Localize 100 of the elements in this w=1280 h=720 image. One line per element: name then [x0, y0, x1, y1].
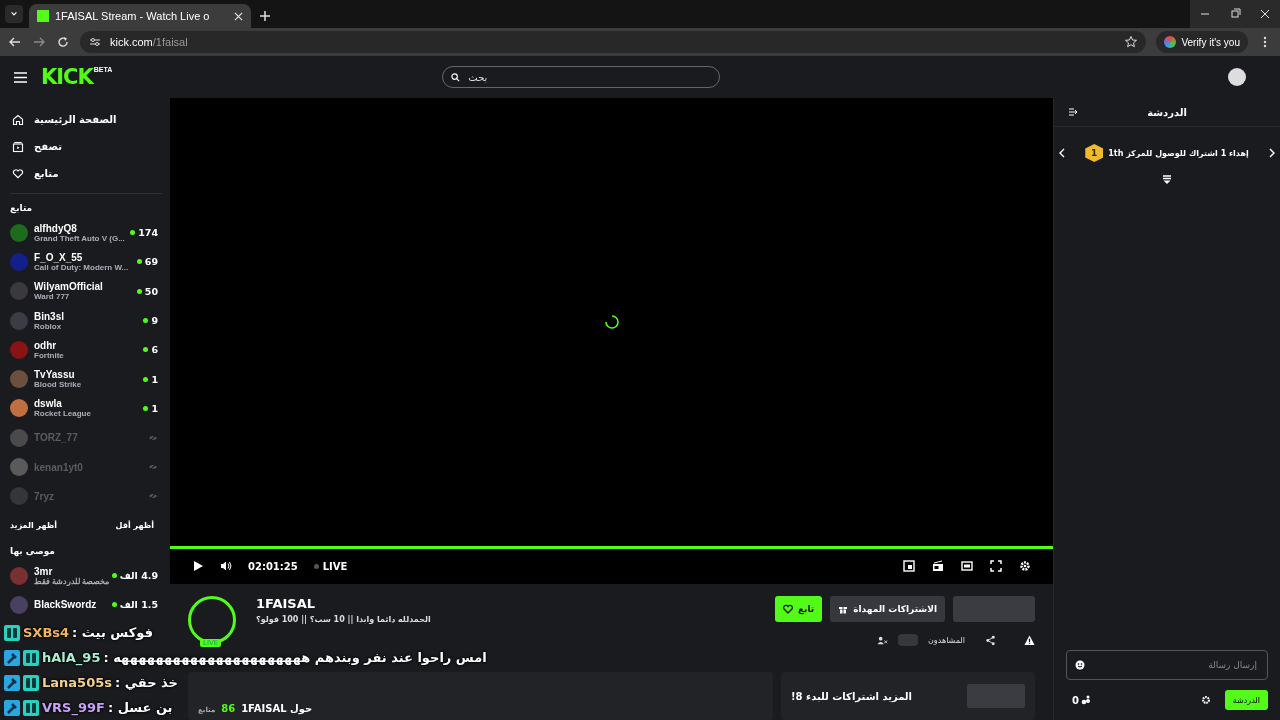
- site-info-icon[interactable]: [88, 35, 102, 49]
- reload-icon[interactable]: [56, 35, 70, 49]
- live-dot-icon: [143, 318, 149, 324]
- mini-player-icon[interactable]: [903, 560, 915, 573]
- channel-avatar[interactable]: [10, 223, 28, 242]
- gifted-subs-button[interactable]: الاشتراكات المهداة: [830, 596, 945, 622]
- channel-name[interactable]: WilyamOfficial: [34, 281, 131, 293]
- channel-name[interactable]: TvYassu: [34, 369, 138, 381]
- live-dot-icon: [111, 602, 117, 608]
- chat-username: hAlA_95: [42, 650, 101, 665]
- progress-bar[interactable]: [170, 545, 1053, 549]
- volume-icon[interactable]: [220, 560, 232, 573]
- warning-icon[interactable]: [1024, 634, 1035, 646]
- profile-button[interactable]: Verify it's you: [1156, 31, 1248, 53]
- search-field[interactable]: بحث: [466, 70, 671, 84]
- live-dot-icon: [111, 573, 117, 579]
- settings-icon[interactable]: [1019, 560, 1031, 573]
- collapse-icon[interactable]: [1068, 107, 1078, 117]
- viewer-count: 4.9 الف: [119, 570, 158, 582]
- share-icon[interactable]: [985, 634, 996, 646]
- nav-link[interactable]: الصفحة الرئيسية: [34, 114, 117, 125]
- viewer-count: 1.5 الف: [119, 599, 158, 611]
- play-icon[interactable]: [192, 560, 204, 573]
- channel-name[interactable]: Bin3sl: [34, 310, 138, 322]
- user-avatar[interactable]: [1228, 68, 1246, 86]
- expand-icon[interactable]: [1162, 175, 1172, 185]
- forward-icon[interactable]: [32, 35, 46, 49]
- live-dot-icon: [313, 563, 319, 569]
- menu-icon[interactable]: [14, 71, 27, 83]
- chat-message: : بن عسل: [107, 700, 173, 715]
- loading-spinner-icon: [603, 313, 620, 330]
- channel-name[interactable]: 3mr: [34, 565, 106, 577]
- search-icon: [451, 72, 461, 82]
- channel-category: Roblox: [34, 321, 63, 331]
- about-title: حول 1FAISAL: [241, 703, 313, 714]
- live-dot-icon: [143, 347, 149, 353]
- channel-name[interactable]: dswla: [34, 398, 138, 410]
- fullscreen-icon[interactable]: [990, 560, 1002, 573]
- channel-name[interactable]: alfhdyQ8: [34, 222, 125, 234]
- goal-text: إهداء 1 اشتراك للوصول للمركز 1th: [1108, 148, 1249, 158]
- followers-count: 86: [221, 703, 236, 714]
- rank-badge: 1: [1085, 144, 1104, 162]
- star-icon[interactable]: [1124, 35, 1139, 49]
- live-dot-icon: [136, 288, 142, 294]
- channel-name[interactable]: BlackSwordz: [34, 599, 106, 611]
- live-label: LIVE: [322, 560, 348, 572]
- profile-icon: [1164, 36, 1177, 48]
- theater-mode-icon[interactable]: [961, 560, 973, 573]
- tab-list-button[interactable]: [5, 5, 23, 23]
- show-less-link[interactable]: أظهر أقل: [115, 521, 154, 531]
- viewers-label: المشاهدون: [928, 635, 965, 645]
- viewer-count: 69: [144, 256, 158, 268]
- channel-avatar[interactable]: [10, 458, 28, 476]
- channel-category: Rocket League: [34, 409, 92, 419]
- channel-category: Fortnite: [34, 350, 65, 360]
- emoji-icon[interactable]: [1075, 660, 1085, 670]
- nav-link[interactable]: تصفح: [34, 141, 62, 152]
- chat-message: : خذ حقي: [114, 675, 178, 690]
- new-tab-icon[interactable]: [257, 8, 273, 24]
- chat-message: : امس راحوا عند نفر وبندهم ههههههههههههههههههههههه: [103, 650, 487, 665]
- channel-name[interactable]: F_O_X_55: [34, 251, 131, 263]
- browser-tab[interactable]: 1FAISAL Stream - Watch Live o: [29, 4, 251, 28]
- favicon-icon: [37, 10, 49, 22]
- subs-goal-text: !المزيد اشتراكات للبدء 8: [791, 690, 913, 702]
- channel-name[interactable]: odhr: [34, 339, 138, 351]
- chat-button[interactable]: الدردشة: [1224, 690, 1268, 710]
- back-icon[interactable]: [8, 35, 22, 49]
- section-title: متابع: [10, 203, 33, 213]
- time-label: 02:01:25: [248, 560, 298, 572]
- radio-icon[interactable]: [932, 560, 944, 573]
- viewers-toggle[interactable]: [898, 634, 918, 646]
- live-dot-icon: [130, 230, 136, 236]
- viewer-count: 1: [151, 373, 158, 385]
- channel-name: 1FAISAL: [256, 596, 317, 611]
- show-more-link[interactable]: أظهر المزيد: [10, 521, 58, 531]
- chevron-right-icon[interactable]: [1268, 148, 1276, 158]
- settings-icon[interactable]: [1200, 695, 1211, 705]
- heart-icon: [12, 167, 24, 180]
- nav-link[interactable]: متابع: [34, 168, 59, 179]
- chat-username: VRS_99F: [42, 700, 105, 715]
- channel-category: Grand Theft Auto V (G...: [34, 233, 125, 243]
- address-bar[interactable]: kick.com/1faisal: [80, 31, 1147, 53]
- follow-button[interactable]: تابع: [774, 596, 823, 622]
- channel-category: Blood Strike: [34, 380, 83, 390]
- live-dot-icon: [143, 376, 149, 382]
- live-dot-icon: [143, 405, 149, 411]
- chat-input-box[interactable]: إرسال رسالة: [1066, 650, 1268, 680]
- placeholder-box: [967, 684, 1025, 708]
- channel-avatar[interactable]: [10, 399, 28, 418]
- viewer-count: 9: [151, 315, 158, 327]
- chevron-left-icon[interactable]: [1058, 148, 1066, 158]
- heart-icon: [782, 604, 793, 614]
- close-icon[interactable]: [234, 11, 243, 21]
- viewer-count: 174: [138, 227, 158, 239]
- points-icon[interactable]: [1080, 695, 1091, 705]
- browse-icon: [12, 140, 24, 153]
- stream-title: الحمدلله دائما وابدا || 10 سب؟ || 100 فولو؟: [256, 615, 431, 624]
- points-count: 0: [1072, 694, 1079, 706]
- chat-title: الدردشة: [1147, 106, 1187, 118]
- chat-input-field[interactable]: إرسال رسالة: [1091, 659, 1259, 671]
